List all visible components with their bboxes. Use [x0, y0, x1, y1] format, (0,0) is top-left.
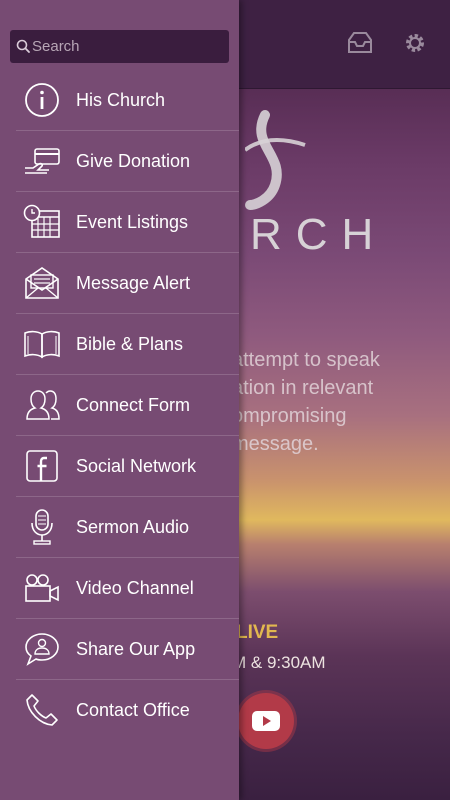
menu-item-label: Connect Form — [76, 394, 191, 415]
menu-item-his-church[interactable]: His Church — [16, 70, 239, 131]
search-bar[interactable] — [10, 30, 229, 63]
drawer-menu: His Church Give Donation Event Listings … — [16, 70, 239, 740]
video-camera-icon — [22, 568, 62, 608]
menu-item-label: Give Donation — [76, 150, 191, 171]
menu-item-event-listings[interactable]: Event Listings — [16, 192, 239, 253]
youtube-icon[interactable] — [238, 693, 294, 749]
menu-item-bible-plans[interactable]: Bible & Plans — [16, 314, 239, 375]
menu-item-video-channel[interactable]: Video Channel — [16, 558, 239, 619]
users-icon — [22, 385, 62, 425]
menu-item-message-alert[interactable]: Message Alert — [16, 253, 239, 314]
menu-item-label: Social Network — [76, 455, 197, 476]
mission-statement: attempt to speak ation in relevant ompro… — [232, 349, 380, 455]
phone-icon — [22, 690, 62, 730]
church-logo-text: RCH — [250, 210, 388, 259]
search-input[interactable] — [32, 30, 222, 63]
menu-item-social-network[interactable]: Social Network — [16, 436, 239, 497]
inbox-icon[interactable] — [346, 30, 374, 56]
menu-item-contact-office[interactable]: Contact Office — [16, 680, 239, 740]
menu-item-label: His Church — [76, 89, 166, 110]
menu-item-label: Sermon Audio — [76, 516, 190, 537]
church-logo-mark — [245, 105, 315, 225]
calendar-clock-icon — [22, 202, 62, 242]
search-icon — [16, 39, 30, 53]
info-icon — [22, 80, 62, 120]
menu-item-connect-form[interactable]: Connect Form — [16, 375, 239, 436]
book-icon — [22, 324, 62, 364]
share-chat-icon — [22, 629, 62, 669]
menu-item-give-donation[interactable]: Give Donation — [16, 131, 239, 192]
menu-item-label: Share Our App — [76, 638, 196, 659]
microphone-icon — [22, 507, 62, 547]
card-payment-icon — [22, 141, 62, 181]
service-times: M & 9:30AM — [232, 653, 326, 672]
menu-item-label: Bible & Plans — [76, 333, 184, 354]
facebook-icon — [22, 446, 62, 486]
menu-item-label: Contact Office — [76, 699, 190, 720]
menu-item-share-our-app[interactable]: Share Our App — [16, 619, 239, 680]
menu-item-label: Video Channel — [76, 577, 194, 598]
menu-item-label: Event Listings — [76, 211, 189, 232]
side-drawer: His Church Give Donation Event Listings … — [0, 0, 239, 800]
live-label: LIVE — [236, 622, 279, 643]
envelope-icon — [22, 263, 62, 303]
menu-item-sermon-audio[interactable]: Sermon Audio — [16, 497, 239, 558]
gear-icon[interactable] — [402, 30, 428, 56]
menu-item-label: Message Alert — [76, 272, 191, 293]
